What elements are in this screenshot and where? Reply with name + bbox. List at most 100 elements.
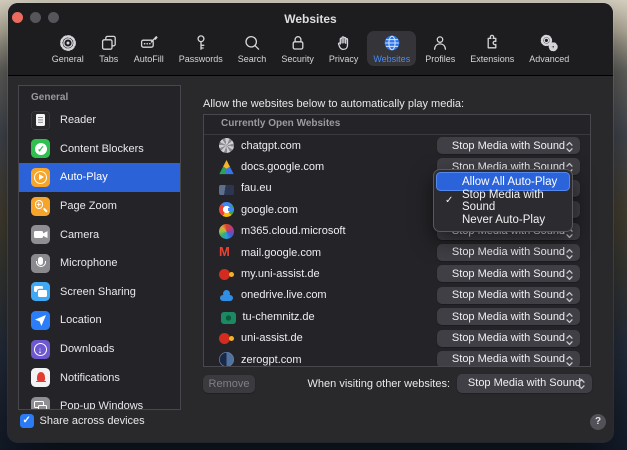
toolbar-item-advanced[interactable]: Advanced (523, 31, 575, 66)
sidebar-item-auto-play[interactable]: Auto-Play (19, 163, 180, 192)
chevron-up-down-icon (565, 247, 574, 265)
gear-icon (58, 33, 78, 53)
sidebar-item-label: Downloads (60, 343, 115, 356)
sidebar-item-notifications[interactable]: Notifications (19, 363, 180, 392)
content-blockers-icon (31, 139, 50, 159)
uniassist-favicon (219, 267, 234, 282)
fau-favicon (219, 184, 234, 195)
downloads-icon (31, 339, 50, 359)
menu-item[interactable]: Never Auto-Play (436, 210, 570, 229)
table-row[interactable]: my.uni-assist.de Stop Media with Sound (204, 263, 590, 284)
gears-icon (539, 33, 559, 53)
sidebar-item-screen-sharing[interactable]: Screen Sharing (19, 278, 180, 307)
toolbar-item-privacy[interactable]: Privacy (323, 31, 365, 66)
table-row[interactable]: mail.google.com Stop Media with Sound (204, 242, 590, 263)
sidebar-item-microphone[interactable]: Microphone (19, 249, 180, 278)
sidebar-item-location[interactable]: Location (19, 306, 180, 335)
autoplay-policy-dropdown[interactable]: Stop Media with Sound (437, 137, 580, 154)
share-across-devices-row: ✓ Share across devices (20, 414, 145, 428)
site-label: m365.cloud.microsoft (241, 225, 346, 238)
autoplay-policy-dropdown[interactable]: Stop Media with Sound (437, 308, 580, 326)
site-label: fau.eu (241, 182, 272, 195)
share-label: Share across devices (39, 414, 145, 427)
policy-value: Stop Media with Sound (451, 139, 566, 152)
sidebar-list: Reader Content Blockers Auto-Play Page Z… (19, 106, 180, 409)
sidebar-item-downloads[interactable]: Downloads (19, 335, 180, 364)
lock-icon (288, 33, 308, 53)
site-label: mail.google.com (241, 246, 322, 259)
preferences-toolbar: General Tabs AutoFill Passwords Search S… (8, 31, 613, 66)
menu-item-label: Stop Media with Sound (462, 188, 544, 213)
onedrive-favicon (219, 288, 234, 303)
toolbar-item-extensions[interactable]: Extensions (464, 31, 520, 66)
sidebar-item-label: Location (60, 314, 102, 327)
policy-value: Stop Media with Sound (451, 310, 566, 323)
menu-item-label: Never Auto-Play (462, 213, 546, 226)
toolbar-item-search[interactable]: Search (232, 31, 273, 66)
auto-play-icon (31, 167, 50, 187)
autoplay-policy-dropdown[interactable]: Stop Media with Sound (437, 286, 580, 304)
sidebar-item-page-zoom[interactable]: Page Zoom (19, 192, 180, 221)
toolbar-item-autofill[interactable]: AutoFill (128, 31, 170, 66)
table-section-header: Currently Open Websites (204, 115, 590, 135)
share-checkbox[interactable]: ✓ (20, 414, 34, 428)
toolbar-item-label: Search (237, 54, 267, 64)
toolbar-item-profiles[interactable]: Profiles (419, 31, 461, 66)
sidebar-item-label: Camera (60, 228, 100, 241)
help-button[interactable]: ? (590, 414, 606, 430)
site-label: google.com (241, 203, 298, 216)
table-row[interactable]: onedrive.live.com Stop Media with Sound (204, 285, 590, 306)
site-label: uni-assist.de (241, 332, 303, 345)
window-title: Websites (284, 12, 337, 26)
m365-favicon (219, 223, 234, 239)
toolbar-item-general[interactable]: General (46, 31, 90, 66)
sidebar-item-label: Microphone (60, 257, 118, 270)
microphone-icon (31, 253, 50, 273)
toolbar-item-passwords[interactable]: Passwords (173, 31, 229, 66)
autoplay-policy-dropdown[interactable]: Stop Media with Sound (437, 265, 580, 283)
table-row[interactable]: zerogpt.com Stop Media with Sound (204, 349, 590, 366)
sidebar-item-reader[interactable]: Reader (19, 106, 180, 135)
chevron-up-down-icon (565, 140, 574, 158)
puzzle-icon (482, 33, 502, 53)
screen-sharing-icon (31, 282, 50, 302)
toolbar-item-websites[interactable]: Websites (367, 31, 417, 66)
websites-table: Currently Open Websites chatgpt.com Stop… (203, 114, 591, 367)
remove-button[interactable]: Remove (203, 375, 255, 393)
sidebar-item-camera[interactable]: Camera (19, 220, 180, 249)
zerogpt-favicon (219, 352, 234, 366)
menu-item[interactable]: ✓ Stop Media with Sound (436, 188, 570, 213)
chevron-up-down-icon (565, 333, 574, 351)
toolbar-item-label: Security (281, 54, 314, 64)
sidebar-item-label: Notifications (60, 371, 120, 384)
autoplay-policy-dropdown[interactable]: Stop Media with Sound (437, 243, 580, 261)
reader-icon (31, 110, 50, 130)
hand-icon (334, 33, 354, 53)
policy-value: Stop Media with Sound (451, 332, 566, 345)
toolbar-item-security[interactable]: Security (275, 31, 320, 66)
toolbar-item-label: Privacy (328, 54, 359, 64)
toolbar-item-label: General (51, 54, 84, 64)
table-row[interactable]: chatgpt.com Stop Media with Sound (204, 135, 590, 156)
google-favicon (219, 202, 234, 218)
chevron-up-down-icon (565, 290, 574, 308)
table-row[interactable]: tu-chemnitz.de Stop Media with Sound (204, 306, 590, 327)
default-policy-dropdown[interactable]: Stop Media with Sound (457, 374, 592, 393)
sidebar-item-content-blockers[interactable]: Content Blockers (19, 135, 180, 164)
toolbar-item-label: Passwords (178, 54, 223, 64)
autoplay-policy-dropdown[interactable]: Stop Media with Sound (437, 329, 580, 347)
site-label: chatgpt.com (241, 139, 301, 152)
checkmark-icon: ✓ (445, 195, 454, 206)
toolbar-item-tabs[interactable]: Tabs (93, 31, 125, 66)
gdrive-favicon (219, 160, 234, 175)
uniassist-favicon (219, 331, 234, 346)
chevron-up-down-icon (565, 311, 574, 329)
sidebar-item-label: Screen Sharing (60, 285, 136, 298)
menu-item-label: Allow All Auto-Play (462, 175, 558, 188)
autoplay-policy-dropdown[interactable]: Stop Media with Sound (437, 350, 580, 366)
toolbar-item-label: Advanced (529, 54, 570, 64)
table-row[interactable]: uni-assist.de Stop Media with Sound (204, 328, 590, 349)
sidebar-item-label: Reader (60, 114, 97, 127)
site-label: tu-chemnitz.de (242, 310, 315, 323)
sidebar-item-popup-windows[interactable]: Pop-up Windows (19, 392, 180, 409)
